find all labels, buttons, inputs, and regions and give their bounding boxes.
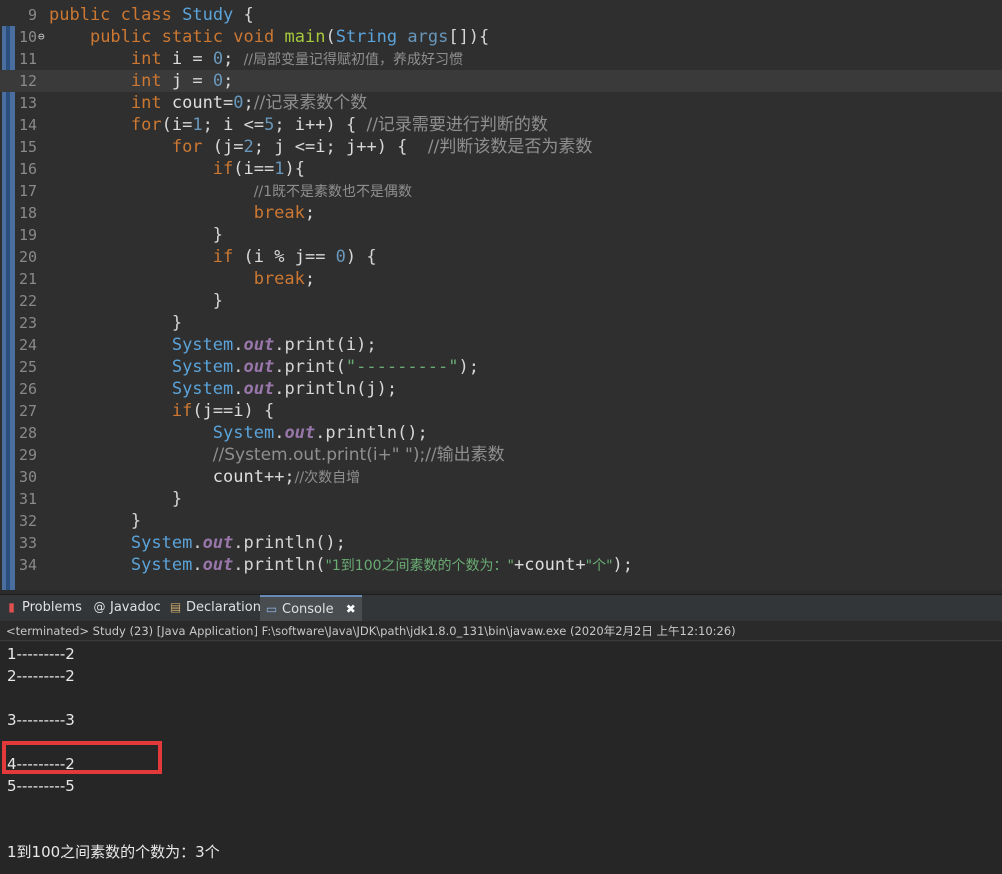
code-line[interactable]: 14 for(i=1; i <=5; i++) { //记录需要进行判断的数 bbox=[0, 114, 1002, 136]
line-number: 11 bbox=[18, 50, 37, 68]
line-number: 18 bbox=[18, 204, 37, 222]
code-line[interactable]: 30 count++;//次数自增 bbox=[0, 466, 1002, 488]
code-line[interactable]: 16 if(i==1){ bbox=[0, 158, 1002, 180]
line-number: 17 bbox=[18, 182, 37, 200]
line-number: 21 bbox=[18, 270, 37, 288]
code-line[interactable]: 17 //1既不是素数也不是偶数 bbox=[0, 180, 1002, 202]
code-line[interactable]: 28 System.out.println(); bbox=[0, 422, 1002, 444]
console-line: 1---------2 bbox=[7, 645, 75, 663]
line-number: 34 bbox=[18, 556, 37, 574]
line-number: 16 bbox=[18, 160, 37, 178]
console-line: 5---------5 bbox=[7, 777, 75, 795]
line-number: 23 bbox=[18, 314, 37, 332]
fold-toggle-icon[interactable]: ⊖ bbox=[38, 26, 45, 48]
console-line: 3---------3 bbox=[7, 711, 75, 729]
problems-icon: ▮ bbox=[8, 600, 15, 614]
line-number: 19 bbox=[18, 226, 37, 244]
code-line[interactable]: 32 } bbox=[0, 510, 1002, 532]
code-line[interactable]: 11 int i = 0; //局部变量记得赋初值，养成好习惯 bbox=[0, 48, 1002, 70]
code-line[interactable]: 29 //System.out.print(i+" ");//输出素数 bbox=[0, 444, 1002, 466]
code-line[interactable]: 27 if(j==i) { bbox=[0, 400, 1002, 422]
line-number: 32 bbox=[18, 512, 37, 530]
line-number: 29 bbox=[18, 446, 37, 464]
tab-javadoc[interactable]: @ Javadoc bbox=[88, 595, 167, 621]
line-number: 13 bbox=[18, 94, 37, 112]
line-number: 12 bbox=[18, 72, 37, 90]
javadoc-icon: @ bbox=[93, 600, 106, 614]
line-number: 15 bbox=[18, 138, 37, 156]
code-line[interactable]: 21 break; bbox=[0, 268, 1002, 290]
code-line[interactable]: 15 for (j=2; j <=i; j++) { //判断该数是否为素数 bbox=[0, 136, 1002, 158]
code-line[interactable]: 13 int count=0;//记录素数个数 bbox=[0, 92, 1002, 114]
line-number: 33 bbox=[18, 534, 37, 552]
code-line-current[interactable]: 12 int j = 0; bbox=[0, 70, 1002, 92]
line-number: 25 bbox=[18, 358, 37, 376]
line-number: 31 bbox=[18, 490, 37, 508]
code-line[interactable]: 18 break; bbox=[0, 202, 1002, 224]
line-number: 20 bbox=[18, 248, 37, 266]
line-number: 10 bbox=[18, 28, 37, 46]
close-icon[interactable]: ✖ bbox=[346, 602, 356, 616]
line-number: 27 bbox=[18, 402, 37, 420]
code-line[interactable]: 25 System.out.print("---------"); bbox=[0, 356, 1002, 378]
code-line[interactable]: 31 } bbox=[0, 488, 1002, 510]
code-line[interactable]: 10 ⊖ public static void main(String args… bbox=[0, 26, 1002, 48]
code-line[interactable]: 34 System.out.println("1到100之间素数的个数为："+c… bbox=[0, 554, 1002, 576]
console-icon: ▭ bbox=[265, 602, 278, 616]
code-line[interactable]: 23 } bbox=[0, 312, 1002, 334]
code-line[interactable]: 33 System.out.println(); bbox=[0, 532, 1002, 554]
code-line[interactable]: 9 public class Study { bbox=[0, 4, 1002, 26]
code-line[interactable]: 22 } bbox=[0, 290, 1002, 312]
code-editor[interactable]: 9 public class Study { 10 ⊖ public stati… bbox=[0, 0, 1002, 590]
code-line[interactable]: 26 System.out.println(j); bbox=[0, 378, 1002, 400]
line-number: 9 bbox=[27, 6, 37, 24]
tab-console[interactable]: ▭ Console ✖ bbox=[260, 595, 362, 621]
annotation-highlight-box bbox=[2, 741, 162, 774]
tab-declaration[interactable]: ▤ Declaration bbox=[164, 595, 267, 621]
declaration-icon: ▤ bbox=[169, 600, 182, 614]
console-line: 2---------2 bbox=[7, 667, 75, 685]
panel-tab-bar: ▮ Problems @ Javadoc ▤ Declaration ▭ Con… bbox=[0, 594, 1002, 621]
console-status: <terminated> Study (23) [Java Applicatio… bbox=[0, 621, 1002, 641]
line-number: 22 bbox=[18, 292, 37, 310]
code-line[interactable]: 24 System.out.print(i); bbox=[0, 334, 1002, 356]
line-number: 14 bbox=[18, 116, 37, 134]
console-line-summary: 1到100之间素数的个数为：3个 bbox=[7, 843, 220, 861]
line-number: 26 bbox=[18, 380, 37, 398]
line-number: 30 bbox=[18, 468, 37, 486]
tab-problems[interactable]: ▮ Problems bbox=[0, 595, 88, 621]
code-line[interactable]: 20 if (i % j== 0) { bbox=[0, 246, 1002, 268]
line-number: 24 bbox=[18, 336, 37, 354]
code-line[interactable]: 19 } bbox=[0, 224, 1002, 246]
line-number: 28 bbox=[18, 424, 37, 442]
